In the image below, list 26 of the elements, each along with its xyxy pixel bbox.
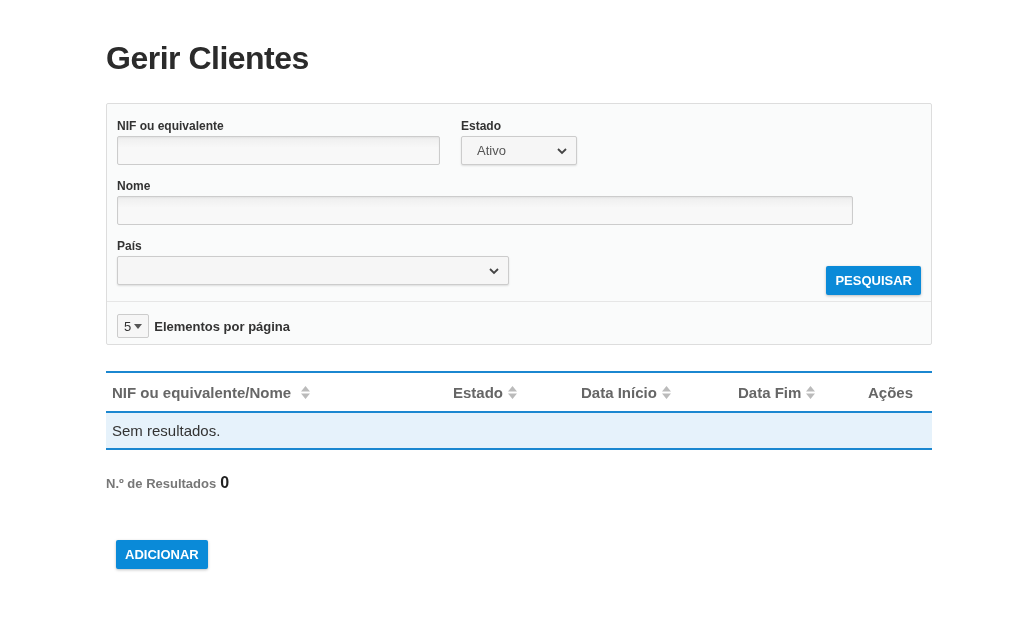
add-button[interactable]: ADICIONAR: [116, 540, 208, 569]
search-button[interactable]: PESQUISAR: [826, 266, 921, 295]
column-header[interactable]: Data Início: [573, 383, 730, 401]
column-header[interactable]: Estado: [445, 383, 573, 401]
sort-icon: [508, 385, 517, 399]
empty-message: Sem resultados.: [106, 413, 932, 450]
caret-icon: [134, 323, 143, 329]
page-size-select[interactable]: 5: [117, 314, 150, 338]
column-header[interactable]: NIF ou equivalente/Nome: [106, 383, 445, 401]
sort-icon: [806, 385, 816, 399]
sort-icon: [301, 385, 311, 399]
field-label: Estado: [461, 119, 502, 133]
country-select[interactable]: [117, 256, 509, 285]
nif-input[interactable]: [117, 136, 440, 165]
column-header: Ações: [867, 383, 915, 401]
results-count: 0: [220, 474, 230, 492]
status-select[interactable]: Ativo: [461, 136, 577, 165]
sort-icon: [661, 385, 671, 399]
name-input[interactable]: [117, 196, 853, 225]
field-label: Nome: [117, 179, 152, 193]
page-title: Gerir Clientes: [106, 40, 310, 77]
results-label: N.º de Resultados: [106, 476, 217, 491]
field-label: NIF ou equivalente: [117, 119, 225, 133]
page-size-label: Elementos por página: [154, 318, 291, 334]
column-header[interactable]: Data Fim: [730, 383, 860, 401]
field-label: País: [117, 239, 143, 253]
